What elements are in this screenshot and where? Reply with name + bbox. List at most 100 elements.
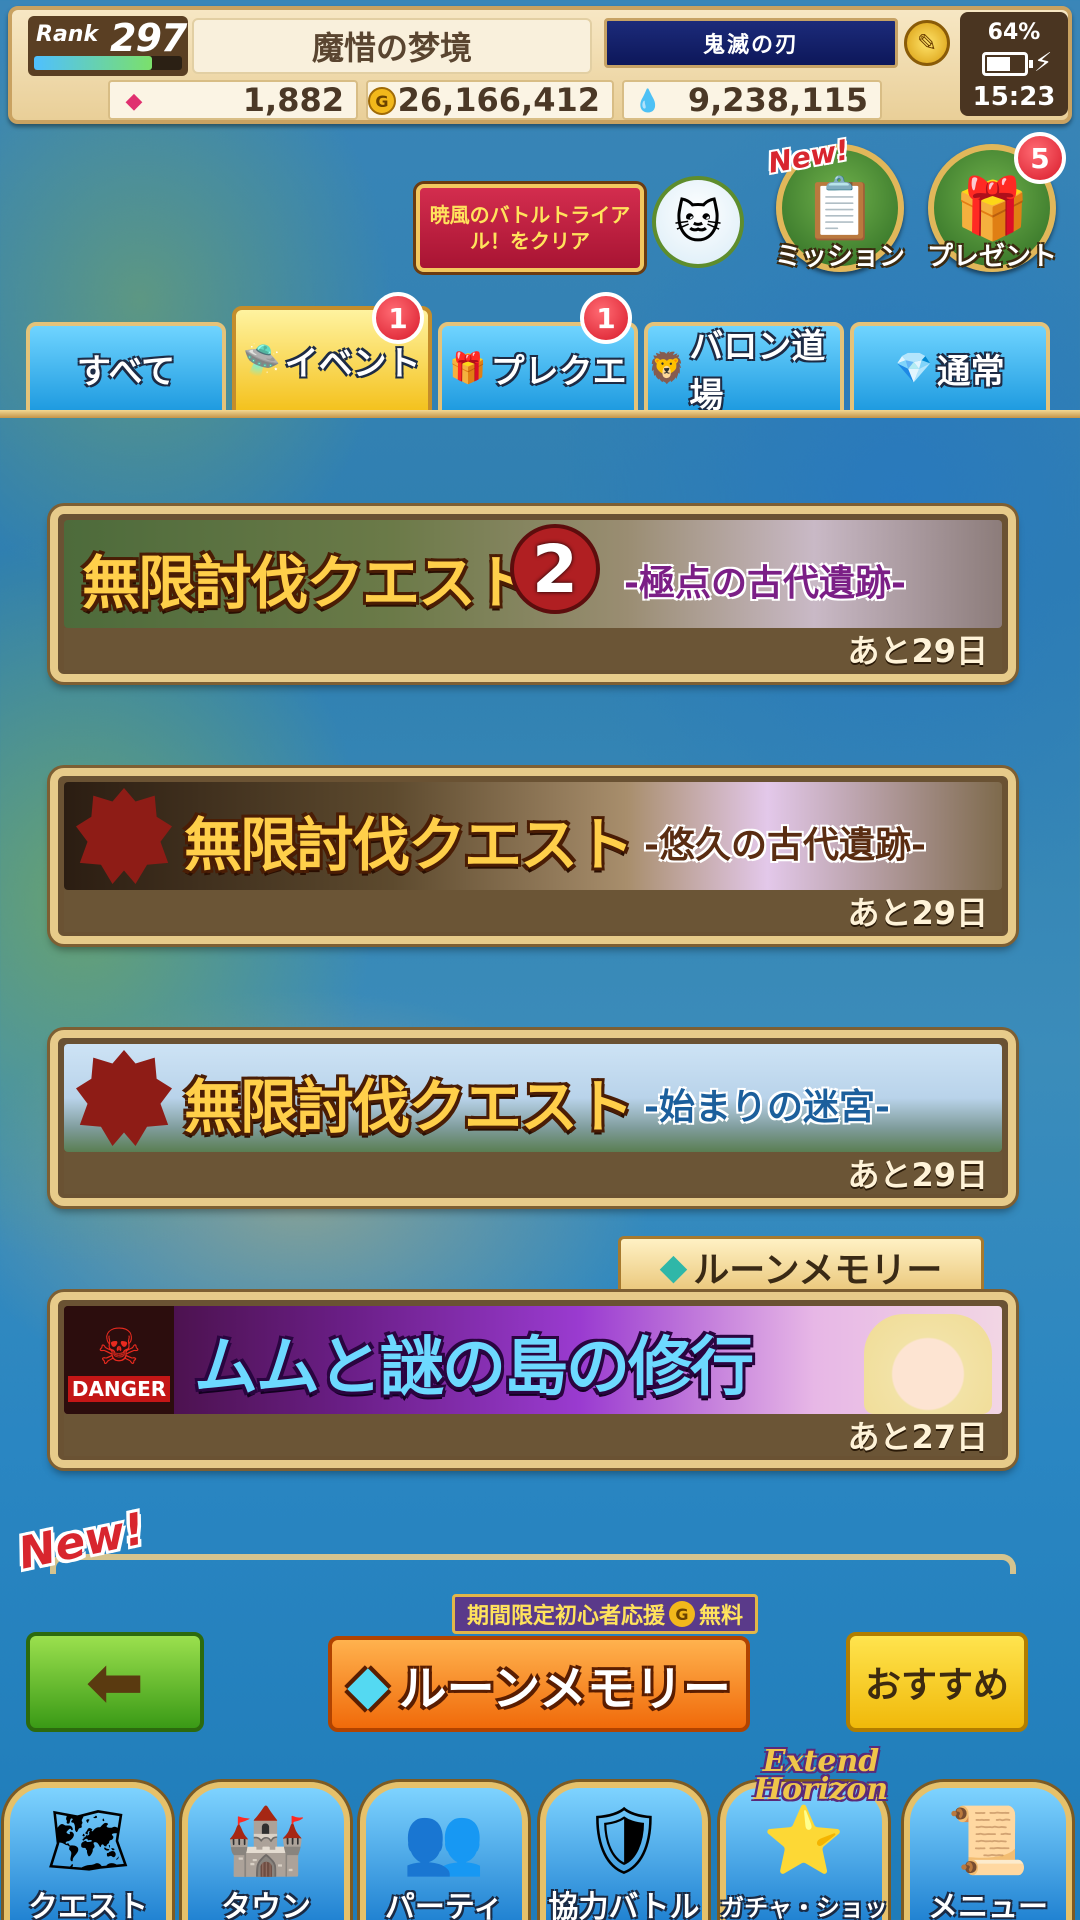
- nav-town[interactable]: 🏰 タウン: [182, 1782, 350, 1920]
- tab-event-count: 1: [388, 301, 408, 335]
- rune-crystal-icon: ◆: [347, 1652, 389, 1716]
- charging-icon: ⚡: [1034, 48, 1053, 78]
- gold-coin-icon: G: [368, 87, 396, 115]
- nav-gacha-label: ガチャ・ショップ: [720, 1894, 888, 1920]
- player-badge-text: 鬼滅の刃: [702, 33, 799, 58]
- nav-menu[interactable]: 📜 メニュー: [904, 1782, 1072, 1920]
- gem-counter: ◆ 1,882: [108, 80, 358, 120]
- mission-label: ミッション: [774, 242, 905, 272]
- rune-memory-button-label: ルーンメモリー: [398, 1661, 731, 1717]
- quest-banner-art: 無限討伐クエスト 2 -極点の古代遺跡-: [64, 520, 1002, 628]
- promo-free-text: 無料: [699, 1604, 744, 1629]
- event-icon: 🛸: [243, 342, 281, 378]
- nav-quest[interactable]: 🗺 クエスト: [4, 1782, 172, 1920]
- rune-memory-ribbon-text: ルーンメモリー: [693, 1250, 943, 1291]
- tab-prequest-label: プレクエ: [490, 351, 627, 392]
- back-button[interactable]: ⬅: [26, 1632, 204, 1732]
- map-icon: 🗺: [46, 1802, 130, 1879]
- rank-value: 297: [110, 16, 187, 60]
- extend-logo-line2: Horizon: [753, 1772, 889, 1807]
- gift-icon: 🎁: [954, 173, 1030, 244]
- quest-number-emblem: 2: [510, 524, 600, 614]
- nav-town-label: タウン: [221, 1890, 311, 1920]
- bottom-navigation: 🗺 クエスト 🏰 タウン 👥 パーティ 🛡 協力バトル ⭐ ガチャ・ショップ 📜…: [0, 1770, 1080, 1920]
- monster-crest-icon: [76, 1050, 172, 1146]
- quest-title: ムムと謎の島の修行: [194, 1331, 754, 1405]
- trial-clear-banner[interactable]: 暁風のバトルトライアル！をクリア: [416, 184, 644, 272]
- player-badge[interactable]: 鬼滅の刃: [604, 18, 898, 68]
- tab-normal-label: 通常: [936, 351, 1005, 392]
- recommend-button[interactable]: おすすめ: [846, 1632, 1028, 1732]
- gold-amount: 26,166,412: [397, 81, 600, 119]
- cat-mascot-icon[interactable]: 🐱: [652, 176, 744, 268]
- nav-menu-label: メニュー: [928, 1890, 1048, 1920]
- gold-counter: G 26,166,412: [366, 80, 614, 120]
- gem-star-icon: 💎: [895, 350, 933, 386]
- danger-badge: ☠ DANGER: [64, 1306, 174, 1414]
- status-bar: Rank 297 魔惜の梦境 鬼滅の刃 ✎ 64% ⚡ 15:23 ◆ 1,88…: [8, 6, 1072, 124]
- tab-baron-dojo[interactable]: 🦁 バロン道場: [644, 322, 844, 416]
- edit-profile-button[interactable]: ✎: [904, 20, 950, 66]
- quest-subtitle: -極点の古代遺跡-: [624, 563, 906, 604]
- quest-title: 無限討伐クエスト: [184, 1073, 634, 1141]
- quest-remaining-time: あと27日: [847, 1418, 988, 1456]
- nav-party[interactable]: 👥 パーティ: [360, 1782, 528, 1920]
- present-count: 5: [1030, 141, 1050, 175]
- quest-footer: あと29日: [64, 1152, 1002, 1194]
- beginner-promo-tag: 期間限定初心者応援 G 無料: [452, 1594, 758, 1634]
- quest-banner-infinite-2[interactable]: 無限討伐クエスト 2 -極点の古代遺跡- あと29日: [50, 506, 1016, 682]
- monster-crest-icon: [76, 788, 172, 884]
- nav-quest-label: クエスト: [28, 1890, 148, 1920]
- recommend-label: おすすめ: [864, 1665, 1009, 1706]
- soul-amount: 9,238,115: [687, 81, 868, 119]
- player-title-text: 魔惜の梦境: [311, 29, 472, 67]
- quest-banner-art: 無限討伐クエスト -始まりの迷宮-: [64, 1044, 1002, 1152]
- gift-box-icon: 🎁: [449, 350, 487, 386]
- gem-icon: ◆: [125, 88, 143, 114]
- present-label: プレゼント: [926, 242, 1057, 272]
- rank-exp-fill: [34, 56, 153, 70]
- promo-text: 期間限定初心者応援: [466, 1604, 665, 1629]
- tab-prequest-count: 1: [596, 301, 616, 335]
- pencil-icon: ✎: [916, 29, 938, 57]
- left-arrow-icon: ⬅: [85, 1641, 145, 1723]
- tab-prequest-badge: 1: [580, 292, 632, 344]
- gold-coin-icon: G: [669, 1601, 695, 1627]
- clock: 15:23: [972, 82, 1056, 112]
- tab-normal[interactable]: 💎 通常: [850, 322, 1050, 414]
- extend-horizon-logo: Extend Horizon: [736, 1747, 906, 1807]
- character-portrait: [864, 1314, 992, 1414]
- scroll-quill-icon: 📜: [946, 1802, 1030, 1879]
- player-title[interactable]: 魔惜の梦境: [192, 18, 592, 74]
- quest-remaining-time: あと29日: [847, 1156, 988, 1194]
- quest-title: 無限討伐クエスト: [184, 811, 634, 879]
- nav-coop-battle[interactable]: 🛡 協力バトル: [540, 1782, 708, 1920]
- nav-coop-label: 協力バトル: [548, 1890, 700, 1920]
- gem-amount: 1,882: [242, 81, 344, 119]
- battery-icon: [982, 52, 1033, 76]
- rune-memory-ribbon: ◆ ルーンメモリー: [618, 1236, 984, 1298]
- quest-banner-partial[interactable]: [50, 1554, 1016, 1574]
- quest-banner-infinite-beginning[interactable]: 無限討伐クエスト -始まりの迷宮- あと29日: [50, 1030, 1016, 1206]
- rune-crystal-icon: ◆: [659, 1246, 688, 1288]
- quest-subtitle: -悠久の古代遺跡-: [644, 825, 926, 866]
- rank-panel: Rank 297: [28, 16, 188, 76]
- quest-banner-infinite-eternal[interactable]: 無限討伐クエスト -悠久の古代遺跡- あと29日: [50, 768, 1016, 944]
- rank-exp-bar: [34, 56, 182, 70]
- quest-remaining-time: あと29日: [847, 894, 988, 932]
- present-count-badge: 5: [1014, 132, 1066, 184]
- castle-icon: 🏰: [224, 1802, 308, 1879]
- quest-number: 2: [532, 530, 578, 608]
- quest-banner-art: ☠ DANGER ムムと謎の島の修行: [64, 1306, 1002, 1414]
- rune-memory-button[interactable]: ◆ ルーンメモリー: [328, 1636, 750, 1732]
- trial-clear-text: 暁風のバトルトライアル！をクリア: [429, 203, 631, 253]
- star-icon: ⭐: [762, 1802, 846, 1879]
- quest-footer: あと27日: [64, 1414, 1002, 1456]
- rank-label: Rank: [36, 22, 99, 47]
- tab-baron-label: バロン道場: [689, 327, 826, 416]
- tab-all[interactable]: すべて: [26, 322, 226, 414]
- tab-event-badge: 1: [372, 292, 424, 344]
- quest-footer: あと29日: [64, 628, 1002, 670]
- quest-banner-mumu-island[interactable]: ☠ DANGER ムムと謎の島の修行 あと27日: [50, 1292, 1016, 1468]
- tab-all-label: すべて: [76, 351, 176, 392]
